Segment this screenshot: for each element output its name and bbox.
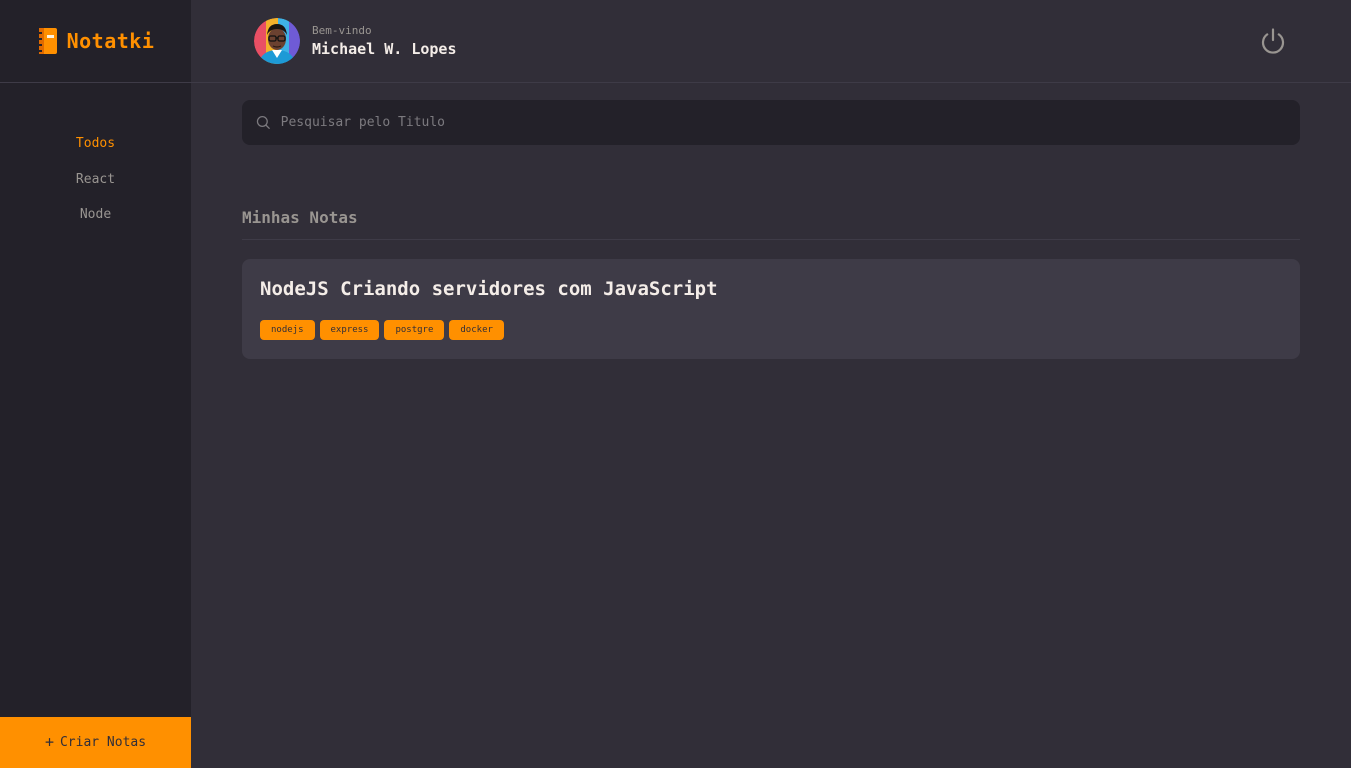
power-icon[interactable] [1259, 27, 1287, 55]
user-profile[interactable]: Bem-vindo Michael W. Lopes [254, 18, 457, 64]
sidebar-item-node[interactable]: Node [0, 197, 191, 233]
sidebar-item-react[interactable]: React [0, 162, 191, 198]
create-note-button[interactable]: + Criar Notas [0, 717, 191, 768]
app-window: Notatki Todos React Node + Criar Notas B… [0, 0, 1351, 768]
note-card[interactable]: NodeJS Criando servidores com JavaScript… [242, 259, 1300, 359]
tag-badge: nodejs [260, 320, 315, 340]
search-input[interactable] [280, 115, 1300, 130]
tag-badge: docker [449, 320, 504, 340]
brand: Notatki [0, 0, 191, 83]
tag-badge: postgre [384, 320, 445, 340]
search-icon [256, 116, 270, 129]
brand-name: Notatki [66, 29, 155, 53]
tag-badge: express [319, 320, 380, 340]
sidebar-item-todos[interactable]: Todos [0, 126, 191, 162]
section-title: Minhas Notas [242, 208, 1300, 240]
note-tags: nodejs express postgre docker [260, 320, 1282, 340]
plus-icon: + [44, 733, 54, 751]
search-bar[interactable] [242, 100, 1300, 145]
note-title: NodeJS Criando servidores com JavaScript [260, 278, 718, 300]
create-note-label: Criar Notas [59, 735, 147, 750]
avatar[interactable] [254, 18, 300, 64]
welcome-block: Bem-vindo Michael W. Lopes [312, 24, 457, 58]
user-name[interactable]: Michael W. Lopes [312, 40, 457, 58]
greeting-text: Bem-vindo [312, 24, 372, 37]
notes-section: Minhas Notas NodeJS Criando servidores c… [242, 208, 1300, 359]
tag-filter-menu: Todos React Node [0, 126, 191, 233]
header: Bem-vindo Michael W. Lopes [191, 0, 1351, 83]
sidebar: Notatki Todos React Node + Criar Notas [0, 0, 191, 768]
notebook-icon [36, 28, 57, 54]
